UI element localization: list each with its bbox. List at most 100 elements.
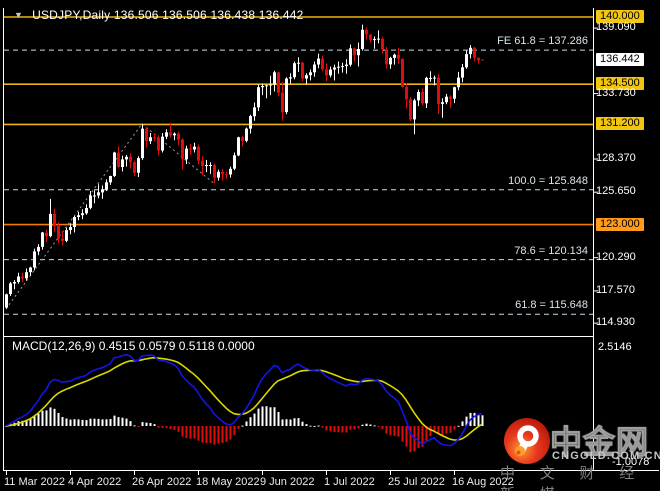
candle-body <box>17 276 20 282</box>
macd-histogram-bar <box>205 426 208 444</box>
date-axis-label: 1 Jul 2022 <box>324 476 375 488</box>
candle-body <box>213 165 216 178</box>
macd-histogram-bar <box>429 426 432 436</box>
candle-body <box>241 137 244 141</box>
candle-body <box>49 213 52 237</box>
candle-body <box>69 227 72 231</box>
macd-histogram-bar <box>417 426 420 448</box>
symbol-quote-text: USDJPY,Daily 136.506 136.506 136.438 136… <box>32 8 304 22</box>
fib-level-label: 100.0 = 125.848 <box>508 175 588 187</box>
macd-histogram-bar <box>253 413 256 426</box>
macd-histogram-bar <box>333 426 336 432</box>
macd-histogram-bar <box>125 418 128 426</box>
candle-body <box>129 156 132 163</box>
macd-histogram-bar <box>289 419 292 426</box>
candle-body <box>309 72 312 76</box>
candle-body <box>73 217 76 227</box>
macd-histogram-bar <box>101 419 104 426</box>
macd-histogram-bar <box>145 422 148 426</box>
macd-histogram-bar <box>105 419 108 426</box>
candle-body <box>313 64 316 73</box>
macd-histogram-bar <box>153 424 156 426</box>
macd-indicator-label: MACD(12,26,9) 0.4515 0.0579 0.5118 0.000… <box>12 339 255 353</box>
candle-body <box>453 87 456 99</box>
macd-histogram-bar <box>213 426 216 445</box>
candle-body <box>237 137 240 156</box>
macd-histogram-bar <box>161 426 164 429</box>
candle-body <box>289 77 292 79</box>
macd-histogram-bar <box>269 407 272 426</box>
candle-body <box>301 62 304 79</box>
candle-body <box>405 87 408 100</box>
price-axis-label: 139.090 <box>596 21 636 33</box>
candle-body <box>181 139 184 160</box>
macd-histogram-bar <box>457 425 460 427</box>
macd-histogram-bar <box>405 426 408 447</box>
macd-histogram-bar <box>109 419 112 426</box>
macd-histogram-bar <box>45 410 48 426</box>
price-axis-label: 131.200 <box>596 117 644 130</box>
candle-body <box>281 92 284 113</box>
candle-body <box>157 137 160 151</box>
candle-body <box>361 29 364 49</box>
price-axis-label: 133.730 <box>596 87 636 99</box>
candle-body <box>341 66 344 68</box>
candle-body <box>397 54 400 59</box>
macd-histogram-bar <box>237 426 240 429</box>
candle-body <box>393 54 396 58</box>
candle-body <box>277 72 280 93</box>
candle-body <box>61 238 64 241</box>
macd-histogram-bar <box>185 426 188 438</box>
macd-histogram-bar <box>461 421 464 426</box>
macd-histogram-bar <box>129 421 132 426</box>
macd-histogram-bar <box>365 423 368 426</box>
candle-body <box>469 47 472 55</box>
macd-histogram-bar <box>181 426 184 437</box>
macd-histogram-bar <box>249 417 252 426</box>
macd-histogram-bar <box>53 408 56 426</box>
candle-body <box>225 174 228 176</box>
macd-histogram-bar <box>281 419 284 426</box>
candle-body <box>245 128 248 141</box>
chart-dropdown-arrow-icon[interactable]: ▼ <box>14 10 23 20</box>
macd-panel[interactable] <box>5 353 484 453</box>
candle-body <box>169 132 172 136</box>
macd-histogram-bar <box>73 419 76 426</box>
price-axis-label: 125.650 <box>596 185 636 197</box>
macd-histogram-bar <box>357 426 360 429</box>
candle-body <box>97 192 100 196</box>
candle-body <box>409 99 412 120</box>
candle-body <box>229 168 232 175</box>
macd-histogram-bar <box>349 426 352 430</box>
candle-body <box>357 49 360 56</box>
candle-body <box>445 96 448 103</box>
watermark-tagline-text: 中 文 财 经 新 媒 <box>500 464 645 491</box>
macd-histogram-bar <box>321 426 324 428</box>
candle-body <box>101 189 104 193</box>
candle-body <box>153 137 156 139</box>
macd-histogram-bar <box>173 426 176 430</box>
candle-body <box>81 213 84 216</box>
candle-body <box>13 282 16 284</box>
candle-body <box>293 63 296 78</box>
candle-body <box>321 58 324 70</box>
candle-body <box>125 156 128 160</box>
macd-histogram-bar <box>85 420 88 426</box>
candle-body <box>461 67 464 78</box>
date-axis-label: 11 Mar 2022 <box>4 476 65 488</box>
macd-histogram-bar <box>261 406 264 426</box>
price-chart-panel[interactable] <box>4 16 593 315</box>
candle-body <box>193 146 196 150</box>
candle-body <box>89 195 92 208</box>
price-axis-label: 117.570 <box>596 284 635 296</box>
chart-title: ▼ USDJPY,Daily 136.506 136.506 136.438 13… <box>14 8 304 22</box>
candle-body <box>121 159 124 167</box>
candle-body <box>317 58 320 65</box>
macd-histogram-bar <box>81 419 84 426</box>
candle-body <box>473 47 476 58</box>
macd-histogram-bar <box>49 407 52 426</box>
candle-body <box>353 48 356 56</box>
macd-histogram-bar <box>297 418 300 426</box>
candle-body <box>165 132 168 137</box>
macd-histogram-bar <box>57 413 60 426</box>
